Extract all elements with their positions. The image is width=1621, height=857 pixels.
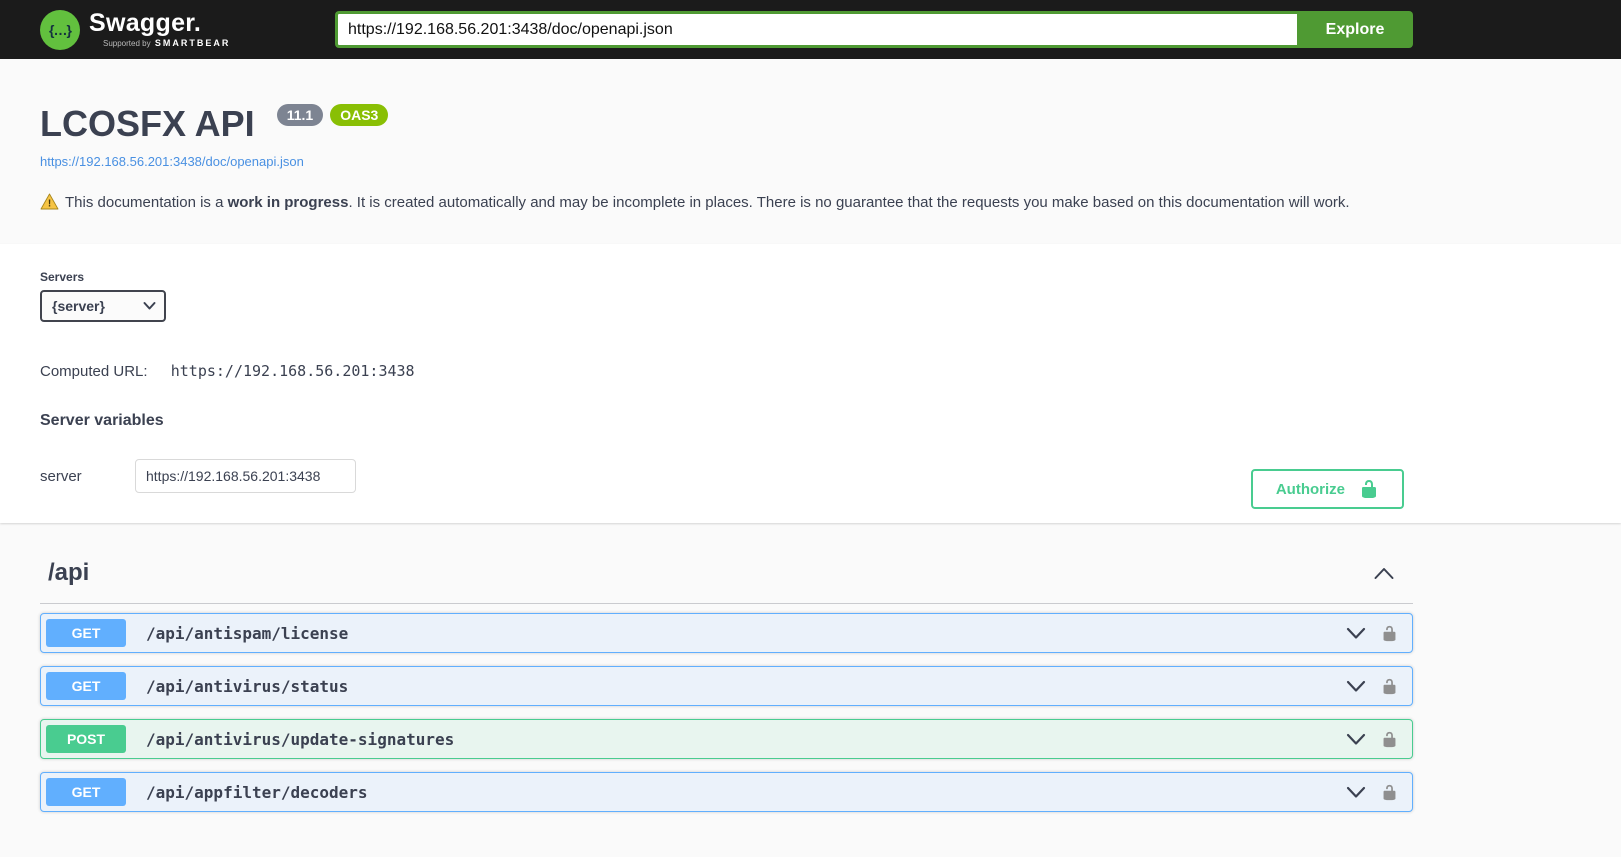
- operation-auth-lock-icon[interactable]: [1381, 784, 1398, 801]
- server-select[interactable]: {server}: [40, 290, 166, 323]
- topbar: {…} Swagger. Supported by SMARTBEAR Expl…: [0, 0, 1621, 59]
- computed-url-row: Computed URL: https://192.168.56.201:343…: [40, 362, 1413, 380]
- expand-operation-chevron-down-icon[interactable]: [1346, 680, 1366, 693]
- collapse-section-chevron-up-icon[interactable]: [1373, 566, 1395, 580]
- authorize-button[interactable]: Authorize: [1250, 469, 1404, 510]
- computed-url-value: https://192.168.56.201:3438: [170, 362, 415, 381]
- operation-path: /api/antispam/license: [146, 623, 349, 643]
- server-variable-input[interactable]: [135, 459, 356, 494]
- operation-path: /api/antivirus/update-signatures: [146, 729, 455, 749]
- operation-row[interactable]: GET /api/appfilter/decoders: [40, 772, 1413, 813]
- spec-url-form: Explore: [335, 11, 1413, 48]
- warning-text-suffix: . It is created automatically and may be…: [348, 194, 1350, 212]
- method-badge: GET: [46, 619, 126, 648]
- api-title-text: LCOSFX API: [40, 103, 255, 144]
- info-section: LCOSFX API 11.1 OAS3 https://192.168.56.…: [0, 59, 1621, 245]
- servers-label: Servers: [40, 270, 85, 285]
- operation-path: /api/antivirus/status: [146, 676, 349, 696]
- spec-url-input[interactable]: [335, 11, 1297, 48]
- supported-by-label: Supported by: [103, 39, 151, 48]
- operation-auth-lock-icon[interactable]: [1381, 678, 1398, 695]
- method-badge: POST: [46, 725, 126, 754]
- operation-row[interactable]: GET /api/antivirus/status: [40, 666, 1413, 707]
- svg-text:!: !: [48, 199, 51, 210]
- server-variable-row: server: [40, 459, 1413, 494]
- logo-braces-glyph: {…}: [49, 21, 72, 38]
- smartbear-brand: SMARTBEAR: [154, 38, 231, 48]
- server-variables-title: Server variables: [40, 412, 164, 430]
- warning-bold-text: work in progress: [227, 194, 349, 212]
- expand-operation-chevron-down-icon[interactable]: [1346, 786, 1366, 799]
- logo-title: Swagger.: [89, 9, 202, 37]
- operations-list: GET /api/antispam/license GET /api/antiv…: [40, 613, 1413, 839]
- logo-subtitle: Supported by SMARTBEAR: [89, 39, 230, 48]
- unlocked-padlock-icon: [1362, 480, 1376, 499]
- expand-operation-chevron-down-icon[interactable]: [1346, 627, 1366, 640]
- api-tag-title: /api: [48, 559, 90, 587]
- explore-button[interactable]: Explore: [1297, 11, 1413, 48]
- method-badge: GET: [46, 778, 126, 807]
- spec-link[interactable]: https://192.168.56.201:3438/doc/openapi.…: [40, 154, 304, 169]
- version-badge: 11.1: [276, 104, 324, 126]
- method-badge: GET: [46, 672, 126, 701]
- server-variable-name: server: [40, 467, 82, 485]
- operation-auth-lock-icon[interactable]: [1381, 625, 1398, 642]
- oas3-badge: OAS3: [330, 104, 389, 126]
- page-title: LCOSFX API 11.1 OAS3: [40, 103, 1413, 144]
- api-operations-section: /api GET /api/antispam/license GET /api/…: [0, 523, 1621, 839]
- warning-text: This documentation is a: [65, 194, 228, 212]
- swagger-logo[interactable]: {…} Swagger. Supported by SMARTBEAR: [40, 9, 335, 50]
- scheme-container: Servers {server} Computed URL: https://1…: [0, 244, 1621, 524]
- authorize-label: Authorize: [1275, 480, 1345, 498]
- computed-url-label: Computed URL:: [40, 363, 148, 381]
- api-tag-header[interactable]: /api: [40, 547, 1413, 605]
- expand-operation-chevron-down-icon[interactable]: [1346, 733, 1366, 746]
- operation-row[interactable]: GET /api/antispam/license: [40, 613, 1413, 654]
- warning-banner: ! This documentation is a work in progre…: [40, 193, 1413, 211]
- operation-row[interactable]: POST /api/antivirus/update-signatures: [40, 719, 1413, 760]
- operation-auth-lock-icon[interactable]: [1381, 731, 1398, 748]
- warning-icon: !: [40, 193, 59, 210]
- operation-path: /api/appfilter/decoders: [146, 782, 368, 802]
- swagger-logo-icon: {…}: [40, 9, 80, 50]
